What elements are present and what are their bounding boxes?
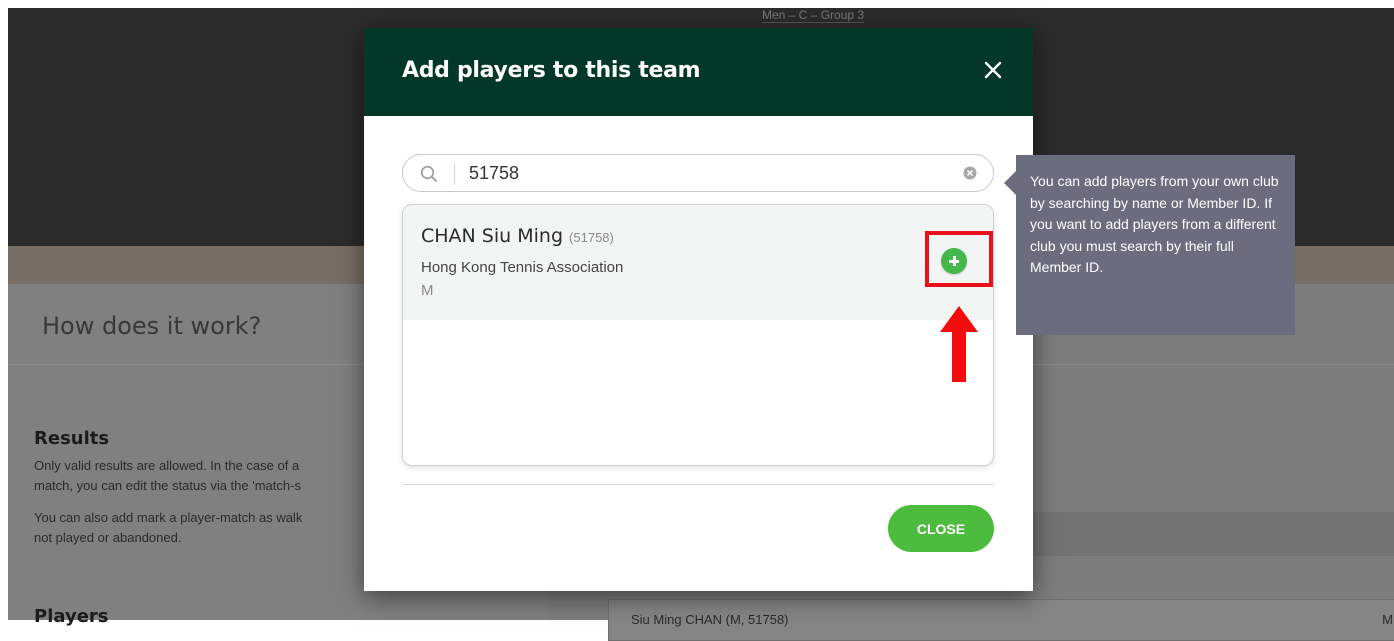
arrow-up-icon	[940, 306, 978, 382]
player-name: CHAN Siu Ming	[421, 225, 563, 247]
results-text-1: Only valid results are allowed. In the c…	[34, 458, 300, 473]
modal-title: Add players to this team	[402, 58, 701, 83]
search-icon	[420, 165, 437, 182]
tooltip-text: You can add players from your own club b…	[1030, 173, 1279, 275]
close-icon[interactable]	[981, 58, 1005, 82]
list-item[interactable]: CHAN Siu Ming (51758) Hong Kong Tennis A…	[403, 205, 993, 320]
add-players-modal: Add players to this team CHAN Siu Ming (…	[364, 28, 1033, 591]
modal-header: Add players to this team	[364, 28, 1033, 116]
group-label[interactable]: Men – C – Group 3	[762, 8, 865, 23]
player-club: Hong Kong Tennis Association	[421, 259, 624, 276]
results-text-2: match, you can edit the status via the '…	[34, 478, 301, 493]
help-tooltip: You can add players from your own club b…	[1004, 155, 1295, 335]
clear-icon[interactable]	[963, 166, 977, 180]
results-title: Results	[34, 428, 110, 449]
results-text-3: You can also add mark a player-match as …	[34, 510, 303, 525]
plus-icon-vertical	[952, 256, 956, 266]
player-card[interactable]: Siu Ming CHAN (M, 51758) M	[608, 599, 1394, 641]
tooltip-pointer	[1004, 171, 1016, 195]
search-box	[402, 154, 994, 192]
modal-divider	[402, 484, 994, 485]
player-name-line: CHAN Siu Ming (51758)	[421, 225, 614, 247]
how-title: How does it work?	[42, 312, 262, 340]
close-button[interactable]: CLOSE	[888, 505, 994, 552]
players-title: Players	[34, 606, 109, 627]
player-id: (51758)	[569, 230, 614, 245]
results-text-4: not played or abandoned.	[34, 530, 182, 545]
add-player-button[interactable]	[941, 248, 967, 274]
search-input[interactable]	[469, 161, 949, 185]
player-gender: M	[421, 282, 434, 299]
search-separator	[454, 163, 455, 185]
search-results: CHAN Siu Ming (51758) Hong Kong Tennis A…	[402, 204, 994, 466]
